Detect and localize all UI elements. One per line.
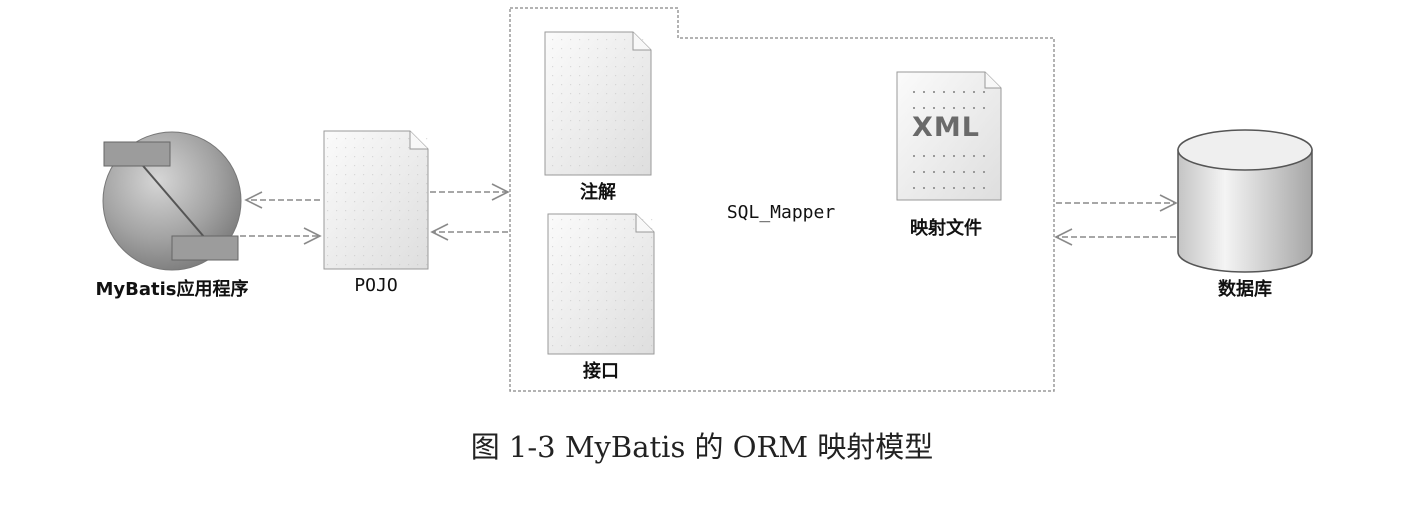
pojo-label: POJO	[354, 275, 398, 296]
database-cylinder-icon	[1177, 129, 1313, 273]
mapping-file-label: 映射文件	[910, 218, 982, 239]
xml-badge: XML	[912, 112, 980, 143]
app-globe-icon	[102, 131, 242, 271]
app-label: MyBatis应用程序	[95, 279, 249, 300]
sql-mapper-label: SQL_Mapper	[726, 202, 836, 223]
annotation-label: 注解	[580, 182, 616, 203]
interface-label: 接口	[583, 361, 619, 382]
annotation-document-icon	[544, 31, 652, 176]
figure-caption: 图 1-3 MyBatis 的 ORM 映射模型	[470, 430, 934, 464]
pojo-document-icon	[323, 130, 429, 270]
database-label: 数据库	[1218, 279, 1272, 300]
interface-document-icon	[547, 213, 655, 355]
